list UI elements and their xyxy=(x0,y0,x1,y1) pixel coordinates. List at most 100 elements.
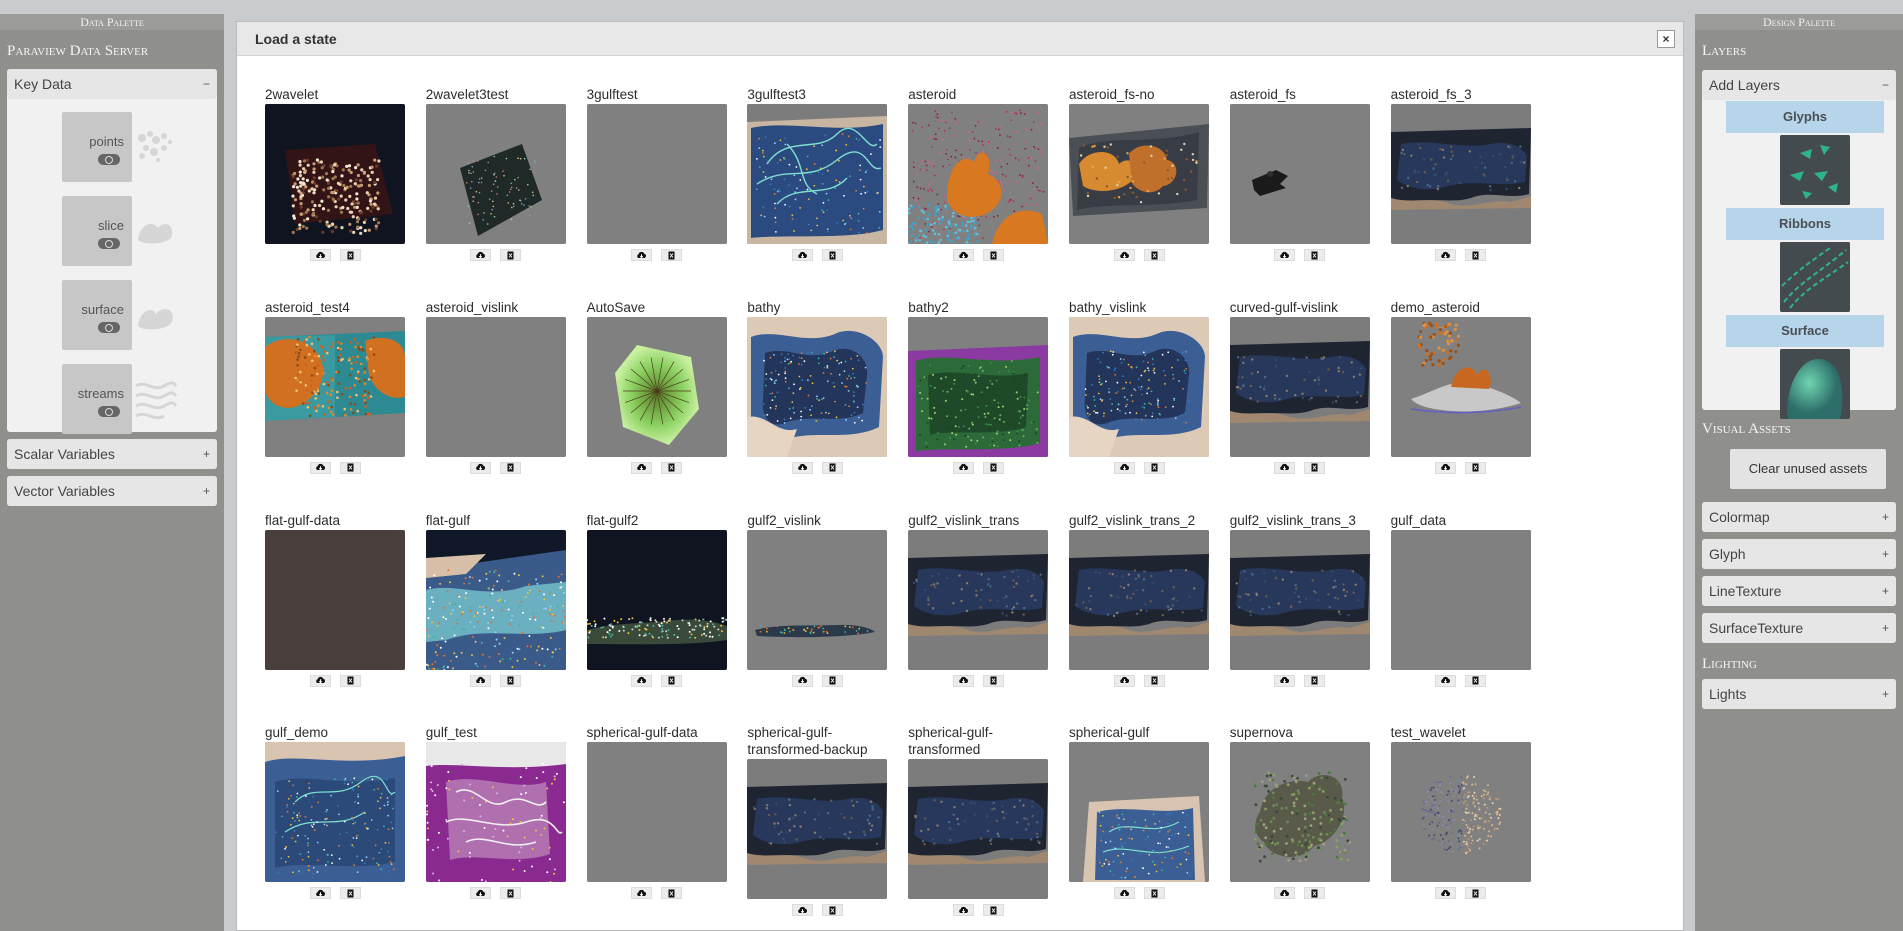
delete-icon[interactable] xyxy=(1304,674,1326,687)
linetexture-header[interactable]: LineTexture + xyxy=(1702,576,1896,606)
state-item[interactable]: bathy2 xyxy=(908,299,1049,474)
cloud-download-icon[interactable] xyxy=(952,249,974,261)
state-item[interactable]: 2wavelet3test xyxy=(425,86,566,261)
clear-unused-assets-button[interactable]: Clear unused assets xyxy=(1730,449,1886,489)
state-thumbnail[interactable] xyxy=(1229,104,1370,244)
state-thumbnail[interactable] xyxy=(586,104,727,244)
expand-icon[interactable]: + xyxy=(203,439,210,469)
glyph-header[interactable]: Glyph + xyxy=(1702,539,1896,569)
state-thumbnail[interactable] xyxy=(1069,529,1209,670)
radio-icon[interactable] xyxy=(98,322,120,333)
key-item-streams[interactable]: streams xyxy=(62,364,178,434)
cloud-download-icon[interactable] xyxy=(1113,887,1135,900)
layer-surface-button[interactable]: Surface xyxy=(1726,315,1884,347)
state-item[interactable]: 2wavelet xyxy=(265,86,405,261)
state-item[interactable]: demo_asteroid xyxy=(1390,299,1531,474)
state-thumbnail[interactable] xyxy=(1390,104,1531,244)
state-item[interactable]: asteroid_vislink xyxy=(425,299,566,474)
expand-icon[interactable]: + xyxy=(1882,576,1889,606)
delete-icon[interactable] xyxy=(339,461,361,474)
delete-icon[interactable] xyxy=(339,674,361,687)
state-item[interactable]: flat-gulf xyxy=(425,512,566,687)
key-item-points[interactable]: points xyxy=(62,112,172,182)
delete-icon[interactable] xyxy=(1143,461,1165,474)
state-thumbnail[interactable] xyxy=(1390,742,1531,883)
cloud-download-icon[interactable] xyxy=(1113,674,1135,687)
scalar-variables-header[interactable]: Scalar Variables + xyxy=(7,439,217,469)
cloud-download-icon[interactable] xyxy=(309,887,331,900)
delete-icon[interactable] xyxy=(661,887,683,900)
cloud-download-icon[interactable] xyxy=(791,249,813,261)
cloud-download-icon[interactable] xyxy=(309,461,331,474)
layer-glyphs-button[interactable]: Glyphs xyxy=(1726,101,1884,133)
state-thumbnail[interactable] xyxy=(1229,742,1370,883)
delete-icon[interactable] xyxy=(500,887,522,900)
state-item[interactable]: gulf_demo xyxy=(265,724,405,900)
delete-icon[interactable] xyxy=(339,249,361,261)
layer-ribbons-preview[interactable] xyxy=(1780,242,1850,312)
cloud-download-icon[interactable] xyxy=(952,674,974,687)
delete-icon[interactable] xyxy=(661,249,683,261)
state-item[interactable]: asteroid xyxy=(908,86,1049,261)
state-thumbnail[interactable] xyxy=(908,759,1049,900)
state-thumbnail[interactable] xyxy=(747,316,888,457)
state-thumbnail[interactable] xyxy=(265,742,405,883)
radio-icon[interactable] xyxy=(98,238,120,249)
delete-icon[interactable] xyxy=(500,249,522,261)
state-item[interactable]: asteroid_fs xyxy=(1229,86,1370,261)
state-thumbnail[interactable] xyxy=(908,316,1049,457)
cloud-download-icon[interactable] xyxy=(1274,674,1296,687)
state-item[interactable]: 3gulftest3 xyxy=(747,86,888,261)
cloud-download-icon[interactable] xyxy=(470,249,492,261)
state-item[interactable]: spherical-gulf-transformed xyxy=(908,724,1049,917)
cloud-download-icon[interactable] xyxy=(952,461,974,474)
layer-surface-preview[interactable] xyxy=(1780,349,1850,419)
cloud-download-icon[interactable] xyxy=(470,887,492,900)
collapse-icon[interactable]: − xyxy=(1882,70,1889,100)
cloud-download-icon[interactable] xyxy=(1113,461,1135,474)
state-thumbnail[interactable] xyxy=(747,529,888,670)
delete-icon[interactable] xyxy=(821,904,843,917)
delete-icon[interactable] xyxy=(1465,674,1487,687)
state-item[interactable]: bathy_vislink xyxy=(1069,299,1209,474)
cloud-download-icon[interactable] xyxy=(1274,461,1296,474)
expand-icon[interactable]: + xyxy=(1882,539,1889,569)
collapse-icon[interactable]: − xyxy=(203,69,210,99)
state-item[interactable]: curved-gulf-vislink xyxy=(1229,299,1370,474)
delete-icon[interactable] xyxy=(339,887,361,900)
delete-icon[interactable] xyxy=(821,461,843,474)
expand-icon[interactable]: + xyxy=(203,476,210,506)
surfacetexture-header[interactable]: SurfaceTexture + xyxy=(1702,613,1896,643)
cloud-download-icon[interactable] xyxy=(1435,887,1457,900)
cloud-download-icon[interactable] xyxy=(1435,674,1457,687)
state-thumbnail[interactable] xyxy=(425,742,566,883)
delete-icon[interactable] xyxy=(500,461,522,474)
state-thumbnail[interactable] xyxy=(425,104,566,244)
state-thumbnail[interactable] xyxy=(1069,316,1209,457)
state-thumbnail[interactable] xyxy=(747,104,888,244)
state-item[interactable]: AutoSave xyxy=(586,299,727,474)
state-item[interactable]: asteroid_fs-no xyxy=(1069,86,1209,261)
lights-header[interactable]: Lights + xyxy=(1702,679,1896,709)
key-item-surface[interactable]: surface xyxy=(62,280,173,350)
state-item[interactable]: asteroid_test4 xyxy=(265,299,405,474)
state-thumbnail[interactable] xyxy=(1390,529,1531,670)
state-thumbnail[interactable] xyxy=(586,316,727,457)
radio-icon[interactable] xyxy=(98,154,120,165)
state-item[interactable]: gulf2_vislink_trans xyxy=(908,512,1049,687)
state-thumbnail[interactable] xyxy=(908,529,1049,670)
state-item[interactable]: flat-gulf-data xyxy=(265,512,405,687)
delete-icon[interactable] xyxy=(982,249,1004,261)
cloud-download-icon[interactable] xyxy=(1435,461,1457,474)
delete-icon[interactable] xyxy=(982,674,1004,687)
delete-icon[interactable] xyxy=(982,904,1004,917)
state-thumbnail[interactable] xyxy=(425,316,566,457)
state-thumbnail[interactable] xyxy=(586,742,727,883)
state-thumbnail[interactable] xyxy=(265,316,405,457)
cloud-download-icon[interactable] xyxy=(470,461,492,474)
cloud-download-icon[interactable] xyxy=(1274,887,1296,900)
close-icon[interactable]: × xyxy=(1657,29,1675,48)
cloud-download-icon[interactable] xyxy=(309,674,331,687)
cloud-download-icon[interactable] xyxy=(952,904,974,917)
cloud-download-icon[interactable] xyxy=(309,249,331,261)
